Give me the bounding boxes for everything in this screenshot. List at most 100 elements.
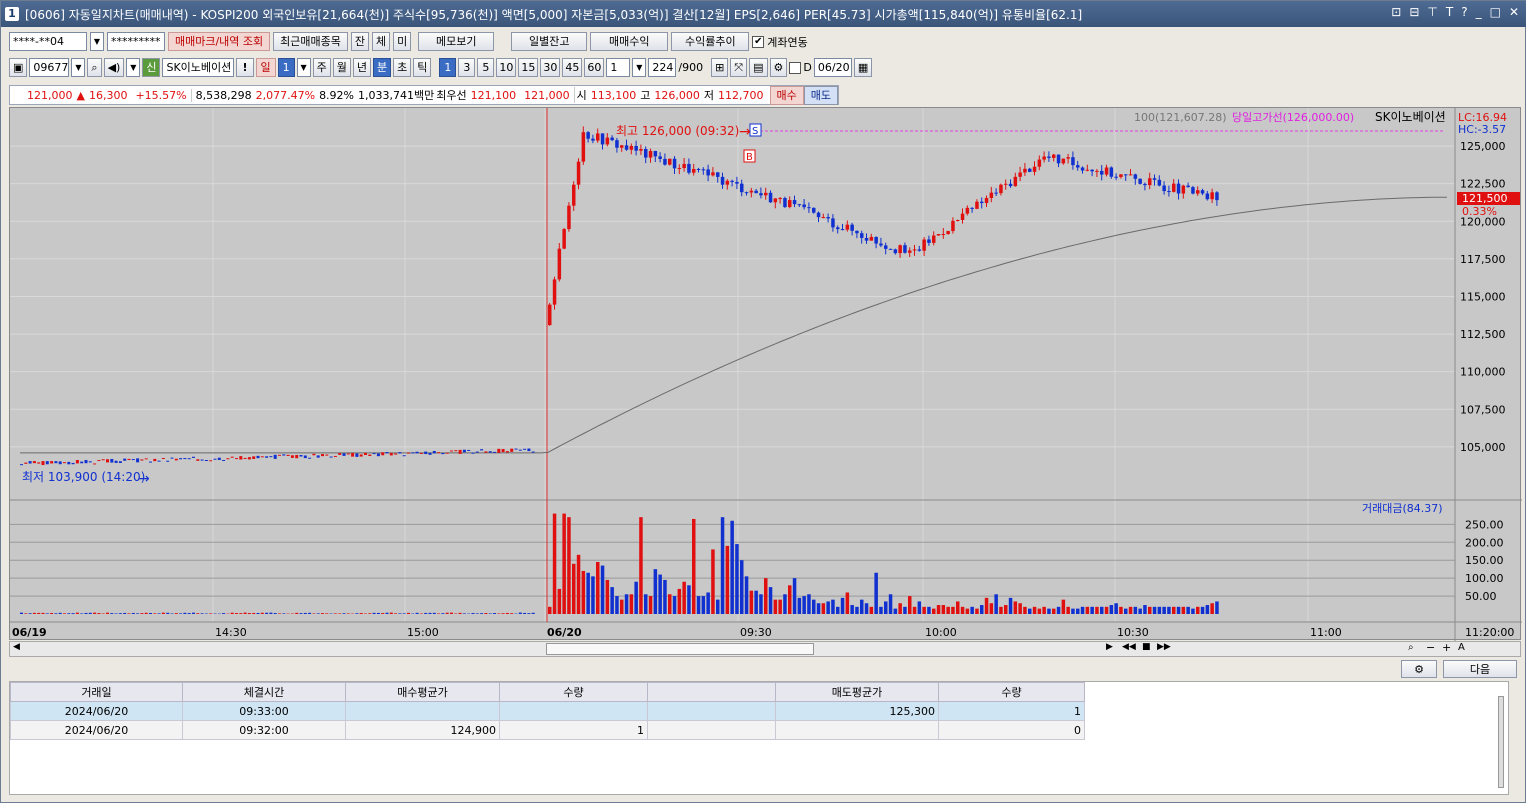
trade-profit-button[interactable]: 매매수익 (590, 32, 669, 51)
period-month-button[interactable]: 월 (332, 58, 351, 77)
help-icon[interactable]: ? (1461, 5, 1467, 19)
speaker-icon[interactable]: ◀) (103, 58, 125, 77)
tile-icon[interactable]: ⊟ (1409, 5, 1419, 19)
low-price: 112,700 (718, 88, 764, 102)
maximize-icon[interactable]: □ (1490, 5, 1501, 19)
view-count-input[interactable]: 224 (648, 58, 677, 77)
settings-icon[interactable]: ⚙ (769, 58, 788, 77)
interval-10-button[interactable]: 10 (496, 58, 517, 77)
forward-icon[interactable]: ▶▶ (1157, 642, 1171, 652)
filled-button[interactable]: 체 (372, 32, 391, 51)
candle (71, 462, 75, 465)
volume-bar (1037, 608, 1042, 614)
interval-45-button[interactable]: 45 (562, 58, 583, 77)
scroll-right-icon[interactable]: ▶ (1106, 642, 1113, 652)
stop-icon[interactable]: ■ (1142, 642, 1151, 652)
chart-scrollbar[interactable]: ◀ ▶ ◀◀ ■ ▶▶ ⌕ − + A (9, 641, 1521, 657)
candle (711, 172, 715, 176)
code-dropdown-icon[interactable]: ▼ (71, 58, 86, 77)
restore-icon[interactable]: ⊡ (1391, 5, 1401, 19)
calendar-icon[interactable]: ▦ (853, 58, 873, 77)
next-button[interactable]: 다음 (1443, 660, 1517, 678)
col-buy-qty[interactable]: 수량 (499, 682, 648, 702)
zoom-in-icon[interactable]: + (1442, 641, 1451, 654)
col-blank[interactable] (647, 682, 776, 702)
window-title: [0606] 자동일지차트(매매내역) - KOSPI200 외국인보유[21,… (25, 7, 1083, 22)
daily-balance-button[interactable]: 일별잔고 (511, 32, 588, 51)
gear-icon[interactable]: ⚙ (1401, 660, 1437, 678)
candle (450, 450, 453, 452)
col-sell-qty[interactable]: 수량 (938, 682, 1085, 702)
buy-button[interactable]: 매수 (769, 85, 804, 105)
col-fill-time[interactable]: 체결시간 (182, 682, 346, 702)
period-tick-button[interactable]: 틱 (413, 58, 432, 77)
day-count-dropdown-icon[interactable]: ▼ (296, 58, 311, 77)
chart-area[interactable]: 125,000 122,500 120,000 117,500 115,000 112,5… (9, 107, 1522, 641)
volume-bar (239, 613, 243, 614)
account-dropdown-icon[interactable]: ▼ (90, 32, 104, 51)
speaker-dropdown-icon[interactable]: ▼ (126, 58, 141, 77)
chart-tool-icon[interactable]: ⊞ (711, 58, 729, 77)
date-checkbox[interactable] (789, 61, 802, 74)
search-icon[interactable]: ⌕ (87, 58, 102, 77)
text-tool-icon[interactable]: A (1458, 642, 1465, 653)
interval-60-button[interactable]: 60 (584, 58, 605, 77)
col-buy-avg[interactable]: 매수평균가 (345, 682, 500, 702)
interval-3-button[interactable]: 3 (458, 58, 476, 77)
stock-search-icon[interactable]: ▣ (9, 58, 28, 77)
day-count-field[interactable]: 1 (277, 58, 295, 77)
password-input[interactable]: ********* (107, 32, 165, 51)
pin-icon[interactable]: ⊤ (1427, 5, 1437, 19)
close-icon[interactable]: ✕ (1509, 5, 1519, 19)
period-year-button[interactable]: 년 (352, 58, 371, 77)
scrollbar-thumb[interactable] (546, 643, 814, 655)
volume-bar (333, 613, 337, 614)
text-icon[interactable]: T (1446, 5, 1453, 19)
volume-bar (273, 613, 277, 614)
sell-marker[interactable]: S (749, 123, 762, 137)
zoom-out-icon[interactable]: − (1426, 641, 1435, 654)
trade-mark-button[interactable]: 매매마크/내역 조회 (168, 32, 271, 51)
sell-button[interactable]: 매도 (803, 85, 838, 105)
zoom-icon[interactable]: ⌕ (1408, 642, 1414, 653)
volume-bar (153, 613, 157, 614)
period-week-button[interactable]: 주 (312, 58, 331, 77)
account-link-checkbox[interactable]: ✔ (752, 35, 765, 48)
table-row[interactable]: 2024/06/20 09:33:00 125,300 1 (10, 701, 1085, 721)
scroll-left-icon[interactable]: ◀ (13, 642, 20, 652)
col-sell-avg[interactable]: 매도평균가 (775, 682, 939, 702)
account-input[interactable]: ****-**04 (9, 32, 87, 51)
stock-name-field[interactable]: SK이노베이션 (162, 58, 235, 77)
alert-icon[interactable]: ! (236, 58, 254, 77)
interval-1-button[interactable]: 1 (439, 58, 457, 77)
interval-15-button[interactable]: 15 (518, 58, 539, 77)
buy-marker[interactable]: B (743, 149, 756, 163)
rewind-icon[interactable]: ◀◀ (1122, 642, 1136, 652)
grid-scrollbar[interactable] (1498, 696, 1504, 788)
save-icon[interactable]: ▤ (749, 58, 768, 77)
col-trade-date[interactable]: 거래일 (10, 682, 183, 702)
interval-5-button[interactable]: 5 (477, 58, 495, 77)
candle (355, 453, 359, 457)
unfilled-button[interactable]: 미 (393, 32, 412, 51)
period-day-button[interactable]: 일 (255, 58, 276, 77)
period-second-button[interactable]: 초 (393, 58, 412, 77)
line-tool-icon[interactable]: ⤧ (730, 58, 748, 77)
balance-button[interactable]: 잔 (350, 32, 370, 51)
recent-trades-button[interactable]: 최근매매종목 (273, 32, 348, 51)
price-chart[interactable]: 125,000122,500120,000117,500115,000112,5… (10, 108, 1522, 641)
interval-30-button[interactable]: 30 (540, 58, 561, 77)
volume-bar (1172, 606, 1176, 614)
stock-code-input[interactable]: 096770 (29, 58, 70, 77)
candle (557, 248, 562, 280)
interval-count-dropdown-icon[interactable]: ▼ (632, 58, 647, 77)
memo-button[interactable]: 메모보기 (418, 32, 495, 51)
return-trend-button[interactable]: 수익률추이 (671, 32, 750, 51)
candle (956, 219, 960, 221)
date-input[interactable]: 06/20 (813, 58, 852, 77)
table-row[interactable]: 2024/06/20 09:32:00 124,900 1 0 (10, 720, 1085, 740)
period-minute-button[interactable]: 분 (373, 58, 392, 77)
interval-count-input[interactable]: 1 (606, 58, 631, 77)
minimize-icon[interactable]: _ (1476, 5, 1482, 19)
candle (1076, 165, 1080, 168)
